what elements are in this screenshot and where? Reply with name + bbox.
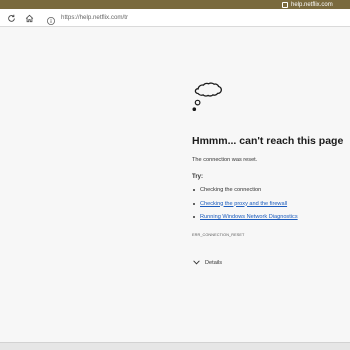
suggestion-check-proxy-link[interactable]: Checking the proxy and the firewall: [200, 201, 287, 207]
list-item: Checking the connection: [192, 187, 298, 201]
address-bar[interactable]: https://help.netflix.com/tr: [61, 14, 128, 21]
refresh-button[interactable]: [5, 12, 17, 24]
page-title: Hmmm... can't reach this page: [192, 135, 344, 147]
refresh-icon: [7, 14, 15, 22]
suggestion-check-connection: Checking the connection: [200, 187, 262, 193]
list-item: Running Windows Network Diagnostics: [192, 214, 298, 228]
try-heading: Try:: [192, 174, 204, 180]
error-code: ERR_CONNECTION_RESET: [192, 233, 245, 237]
chevron-down-icon: [193, 260, 200, 265]
details-label: Details: [205, 259, 223, 266]
thought-cloud-icon: [192, 82, 222, 111]
home-icon: [25, 14, 33, 22]
page-content: [0, 27, 350, 342]
details-button[interactable]: Details: [193, 258, 222, 267]
site-info-button[interactable]: [46, 13, 56, 25]
suggestion-network-diagnostics-link[interactable]: Running Windows Network Diagnostics: [200, 214, 298, 220]
page-icon: [282, 1, 288, 8]
suggestion-list: Checking the connection Checking the pro…: [192, 187, 298, 228]
home-button[interactable]: [23, 12, 35, 24]
info-icon: [47, 17, 55, 25]
browser-toolbar: https://help.netflix.com/tr: [0, 9, 350, 27]
bottom-bar: [0, 342, 350, 350]
tab-strip: help.netflix.com: [0, 0, 350, 9]
browser-tab[interactable]: help.netflix.com: [282, 0, 333, 9]
tab-title: help.netflix.com: [291, 1, 333, 8]
error-description: The connection was reset.: [192, 157, 258, 163]
list-item: Checking the proxy and the firewall: [192, 201, 298, 215]
